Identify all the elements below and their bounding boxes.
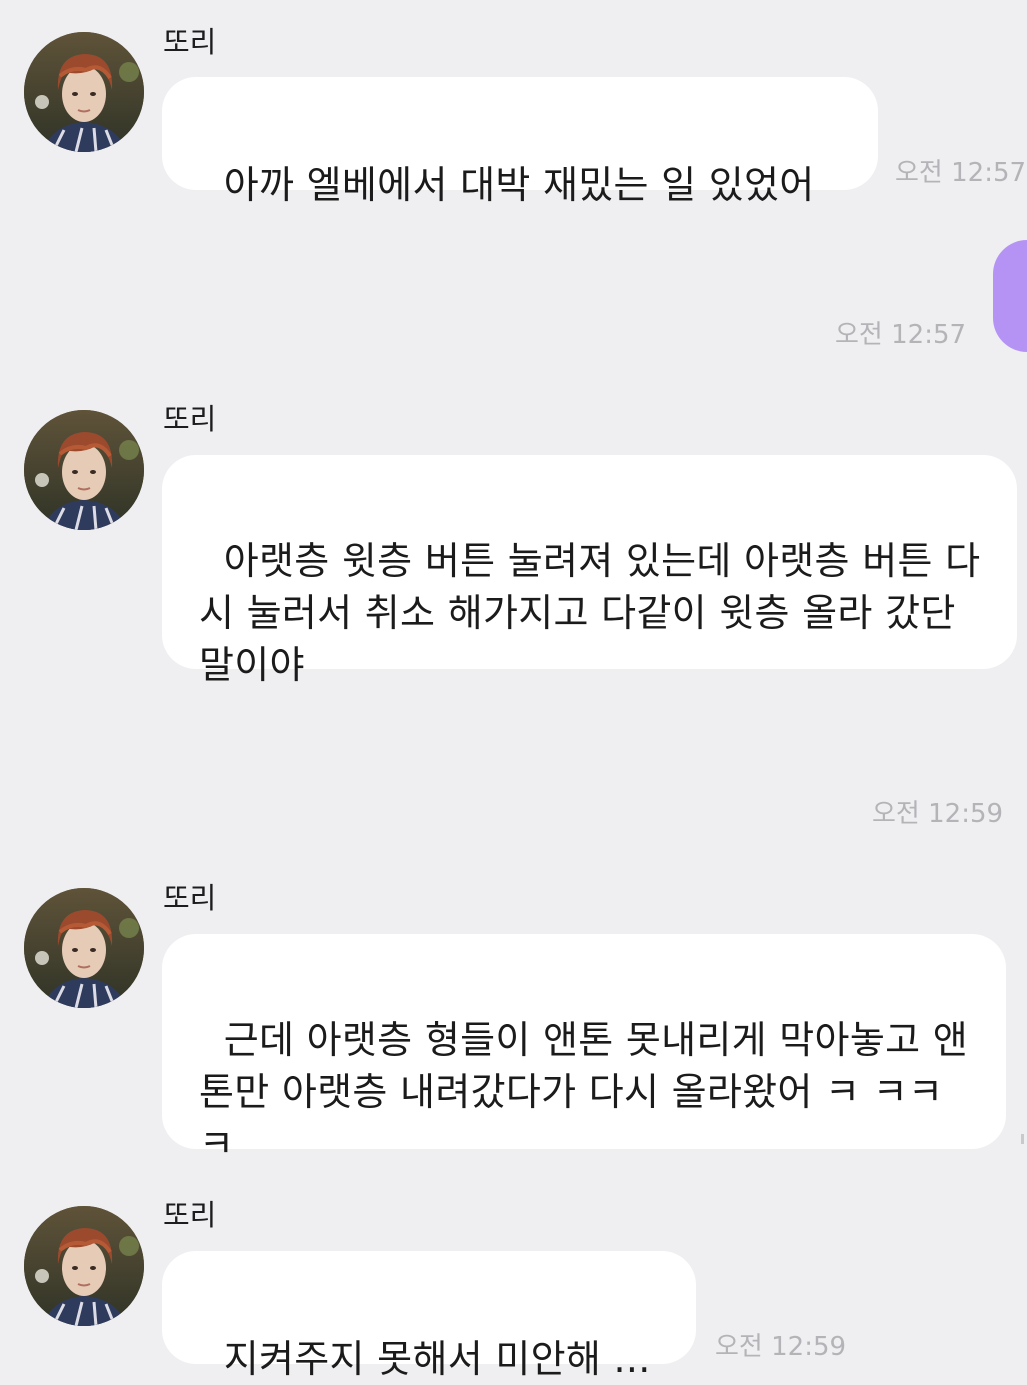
incoming-message-bubble[interactable]: 아랫층 윗층 버튼 눌려져 있는데 아랫층 버튼 다시 눌러서 취소 해가지고 … [162,455,1017,687]
message-text: 아까 엘베에서 대박 재밌는 일 있었어 [223,163,815,207]
message-timestamp: 오전 12:57 [835,320,967,350]
message-text: 지켜주지 못해서 미안해 ... [223,1337,651,1381]
incoming-message-bubble[interactable]: 지켜주지 못해서 미안해 ... [162,1251,696,1381]
sender-name: 또리 [163,1198,217,1232]
message-timestamp: 오전 12:59 [872,799,1004,829]
incoming-message-bubble[interactable]: 아까 엘베에서 대박 재밌는 일 있었어 [162,77,878,207]
message-timestamp: 오전 12:57 [895,158,1027,188]
avatar[interactable] [24,1206,144,1326]
outgoing-message-bubble[interactable] [993,240,1027,352]
avatar[interactable] [24,888,144,1008]
message-text: 근데 아랫층 형들이 앤톤 못내리게 막아놓고 앤톤만 아랫층 내려갔다가 다시… [199,1018,968,1166]
avatar[interactable] [24,410,144,530]
incoming-message-bubble[interactable]: 근데 아랫층 형들이 앤톤 못내리게 막아놓고 앤톤만 아랫층 내려갔다가 다시… [162,934,1006,1166]
message-text: 아랫층 윗층 버튼 눌려져 있는데 아랫층 버튼 다시 눌러서 취소 해가지고 … [199,539,981,687]
scroll-edge-mark [1021,1134,1024,1144]
message-timestamp: 오전 12:59 [715,1332,847,1362]
sender-name: 또리 [163,402,217,436]
sender-name: 또리 [163,881,217,915]
avatar[interactable] [24,32,144,152]
sender-name: 또리 [163,25,217,59]
